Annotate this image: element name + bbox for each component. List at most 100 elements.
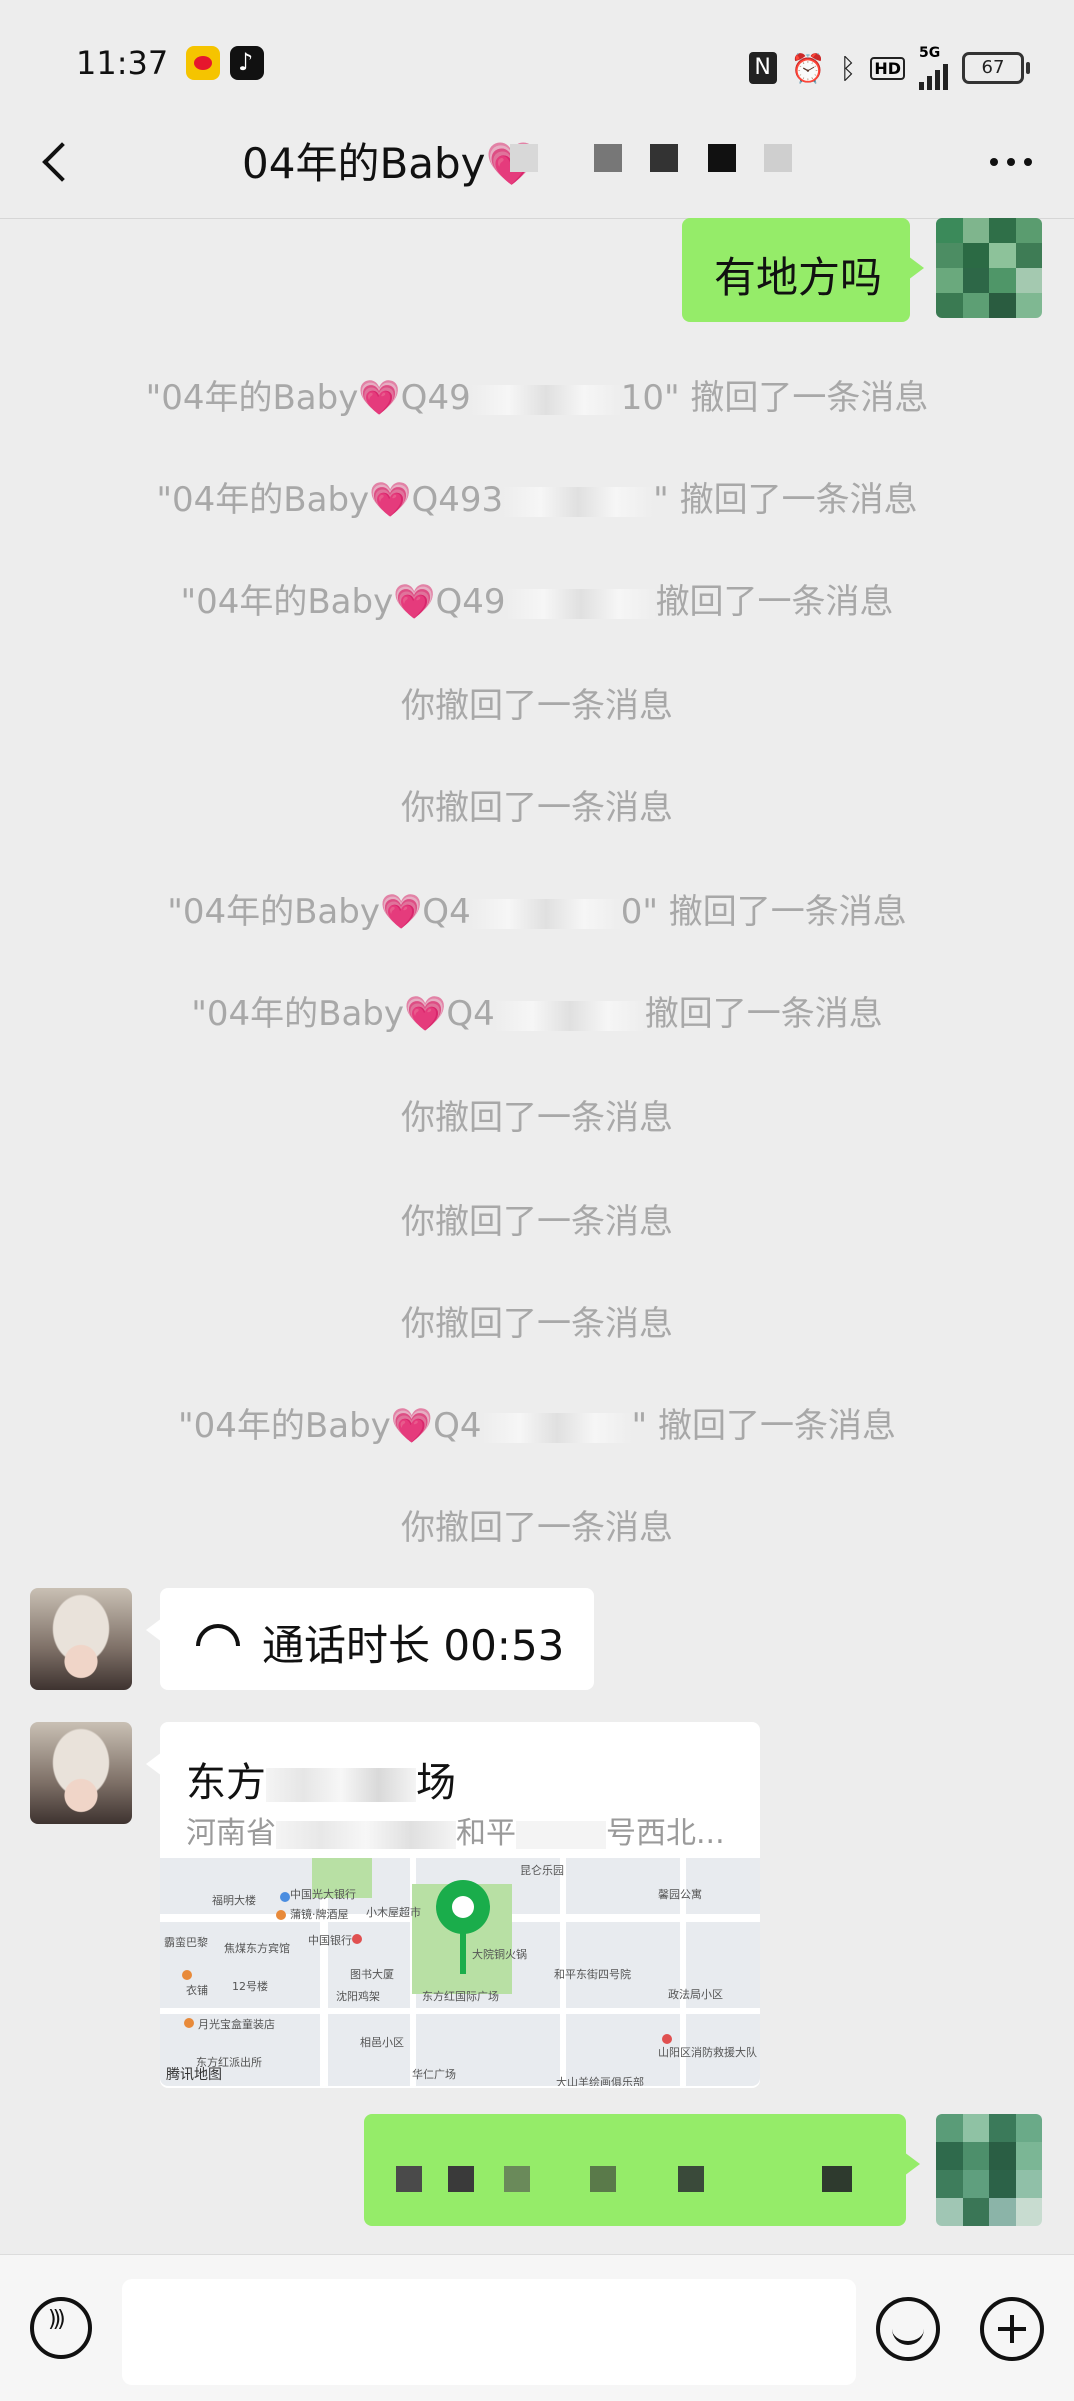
system-message: "04年的Baby💗Q4 " 撤回了一条消息 — [0, 1398, 1074, 1447]
map-poi-icon — [662, 2034, 672, 2044]
redaction — [516, 1820, 606, 1849]
map-label: 月光宝盒童装店 — [198, 2018, 275, 2031]
title-redaction — [708, 144, 736, 172]
redaction — [470, 898, 621, 929]
redaction — [505, 588, 656, 619]
map-label: 中国光大银行 — [290, 1888, 356, 1901]
map-preview[interactable]: 福明大楼 中国光大银行 蒲镜·牌酒屋 小木屋超市 中国银行 东方红国际广场 大院… — [160, 1858, 760, 2086]
my-avatar[interactable] — [936, 218, 1042, 318]
battery-icon: 67 — [962, 52, 1030, 84]
redaction — [470, 384, 621, 415]
weibo-icon — [186, 46, 220, 80]
location-pin-icon — [436, 1880, 490, 1934]
network-label: 5G — [919, 45, 941, 61]
location-address-text: 河南省 — [186, 1816, 276, 1851]
map-label: 大山羊绘画俱乐部 — [556, 2076, 644, 2086]
redaction — [494, 1000, 645, 1031]
system-message: "04年的Baby💗Q49 10" 撤回了一条消息 — [0, 370, 1074, 419]
map-brand: 腾讯地图 — [166, 2067, 222, 2083]
map-label: 政法局小区 — [668, 1988, 723, 2001]
location-address-text: 和平 — [456, 1816, 516, 1851]
system-message: "04年的Baby💗Q493 " 撤回了一条消息 — [0, 472, 1074, 521]
more-options-button[interactable] — [990, 158, 1032, 166]
redaction — [448, 2166, 474, 2192]
douyin-icon — [230, 46, 264, 80]
map-label: 大院铜火锅 — [472, 1948, 527, 1961]
system-message-text: 10" 撤回了一条消息 — [620, 378, 929, 418]
system-message-text: "04年的Baby💗Q4 — [191, 994, 495, 1034]
redaction — [590, 2166, 616, 2192]
map-poi-icon — [276, 1910, 286, 1920]
system-message-text: " 撤回了一条消息 — [653, 480, 918, 520]
message-bubble-sent[interactable]: 有地方吗 — [682, 218, 924, 322]
map-label: 和平东街四号院 — [554, 1968, 631, 1981]
system-message-text: 0" 撤回了一条消息 — [620, 892, 907, 932]
system-message: 你撤回了一条消息 — [401, 1508, 673, 1548]
location-address: 河南省 和平 号西北... — [186, 1808, 725, 1852]
contact-avatar[interactable] — [30, 1722, 132, 1824]
call-record-bubble[interactable]: 通话时长 00:53 — [146, 1588, 594, 1690]
system-message-text: " 撤回了一条消息 — [631, 1406, 896, 1446]
title-redaction — [650, 144, 678, 172]
phone-hangup-icon — [196, 1624, 240, 1646]
location-pin-stem — [460, 1930, 466, 1974]
map-label: 相邑小区 — [360, 2036, 404, 2049]
status-icons: N ⏰ ᛒ HD 5G 67 — [748, 45, 1030, 90]
map-label: 华仁广场 — [412, 2068, 456, 2081]
redaction — [276, 1820, 456, 1849]
map-label: 蒲镜·牌酒屋 — [290, 1908, 349, 1921]
system-message: 你撤回了一条消息 — [401, 1098, 673, 1138]
map-poi-icon — [182, 1970, 192, 1980]
system-message-text: "04年的Baby💗Q49 — [145, 378, 471, 418]
back-button[interactable] — [36, 134, 84, 192]
system-message: "04年的Baby💗Q4 0" 撤回了一条消息 — [0, 884, 1074, 933]
map-label: 焦煤东方宾馆 — [224, 1942, 290, 1955]
location-title: 东方 场 — [186, 1750, 456, 1808]
map-label: 中国银行 — [308, 1934, 352, 1947]
chat-title: 04年的Baby💗 — [242, 139, 538, 188]
map-road — [160, 2008, 760, 2014]
chat-header: 04年的Baby💗 — [0, 108, 1074, 219]
system-message-text: 撤回了一条消息 — [655, 582, 894, 622]
call-duration-text: 通话时长 00:53 — [262, 1621, 565, 1670]
location-title-text: 东方 — [186, 1760, 266, 1806]
map-label: 12号楼 — [232, 1980, 268, 1993]
redaction — [503, 486, 654, 517]
hd-icon: HD — [870, 56, 905, 80]
redaction — [822, 2166, 852, 2192]
title-redaction — [594, 144, 622, 172]
system-message-text: "04年的Baby💗Q493 — [156, 480, 504, 520]
map-label: 衣铺 — [186, 1984, 208, 1997]
map-label: 馨园公寓 — [658, 1888, 702, 1901]
my-avatar[interactable] — [936, 2114, 1042, 2226]
map-poi-icon — [280, 1892, 290, 1902]
location-bubble[interactable]: 东方 场 河南省 和平 号西北... 福明大楼 中国光大银行 蒲镜·牌酒屋 小木屋超市… — [146, 1722, 760, 2088]
alarm-icon: ⏰ — [790, 51, 826, 85]
message-input[interactable] — [122, 2279, 856, 2385]
map-label: 小木屋超市 — [366, 1906, 421, 1919]
more-actions-button[interactable] — [980, 2297, 1044, 2361]
location-address-text: 号西北... — [606, 1816, 725, 1851]
map-label: 沈阳鸡架 — [336, 1990, 380, 2003]
redaction — [481, 1412, 632, 1443]
bluetooth-icon: ᛒ — [839, 51, 857, 85]
system-message-text: "04年的Baby💗Q4 — [178, 1406, 482, 1446]
system-message-text: "04年的Baby💗Q4 — [167, 892, 471, 932]
map-label: 东方红国际广场 — [422, 1990, 499, 2003]
redaction — [504, 2166, 530, 2192]
map-poi-icon — [184, 2018, 194, 2028]
system-message: "04年的Baby💗Q4 撤回了一条消息 — [0, 986, 1074, 1035]
system-message: 你撤回了一条消息 — [401, 686, 673, 726]
message-bubble-sent[interactable] — [364, 2114, 920, 2226]
redaction — [678, 2166, 704, 2192]
message-text: 有地方吗 — [714, 253, 883, 302]
map-label: 霸蛮巴黎 — [164, 1936, 208, 1949]
map-poi-icon — [352, 1934, 362, 1944]
contact-avatar[interactable] — [30, 1588, 132, 1690]
emoji-button[interactable] — [876, 2297, 940, 2361]
map-label: 福明大楼 — [212, 1894, 256, 1907]
redaction — [396, 2166, 422, 2192]
voice-input-button[interactable] — [30, 2297, 92, 2359]
map-label: 图书大厦 — [350, 1968, 394, 1981]
system-message: 你撤回了一条消息 — [401, 1202, 673, 1242]
